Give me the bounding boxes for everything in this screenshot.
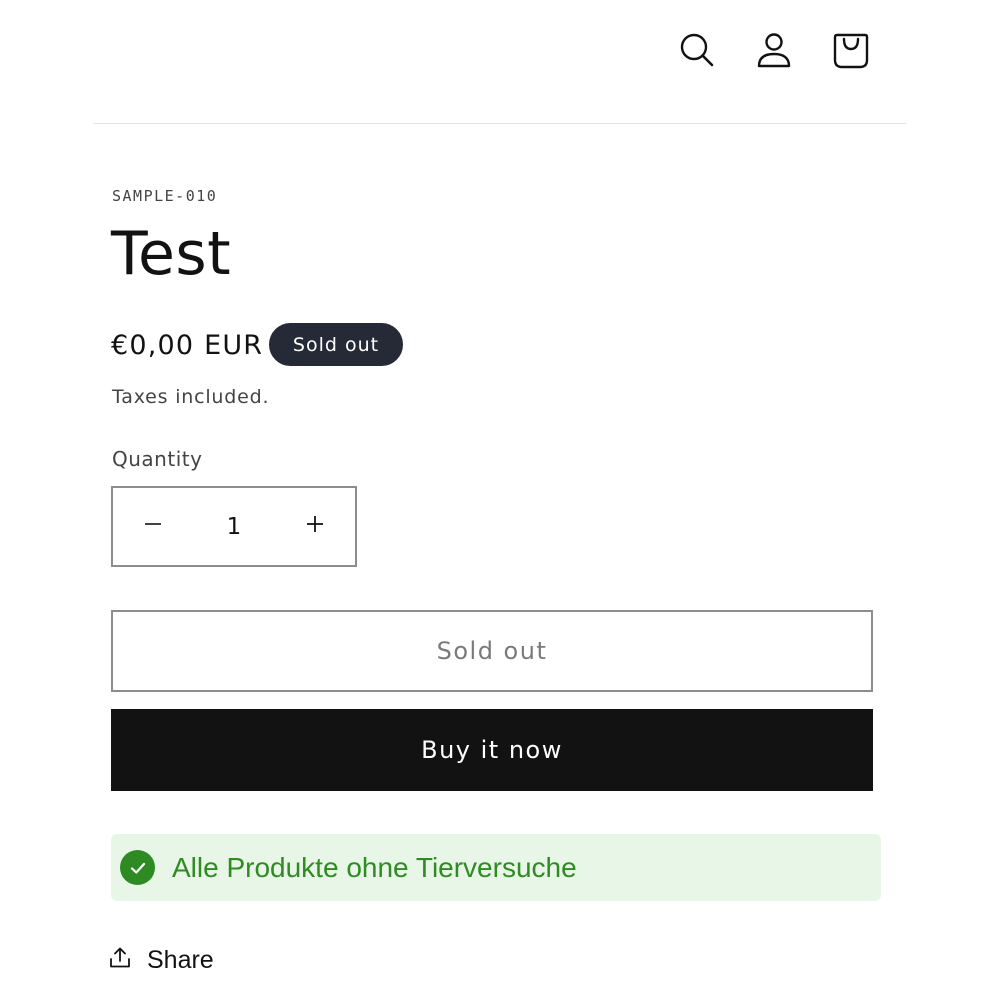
account-button[interactable] <box>752 28 796 72</box>
tax-note: Taxes included. <box>112 386 270 408</box>
quantity-input[interactable]: 1 <box>193 488 275 565</box>
cruelty-free-notice: Alle Produkte ohne Tierversuche <box>111 834 881 901</box>
sold-out-button[interactable]: Sold out <box>111 610 873 692</box>
header-divider <box>93 123 906 124</box>
cart-button[interactable] <box>829 28 873 72</box>
quantity-stepper: 1 <box>111 486 357 567</box>
quantity-increase-button[interactable] <box>275 488 355 565</box>
search-button[interactable] <box>675 28 719 72</box>
minus-icon <box>143 514 163 539</box>
product-sku: SAMPLE-010 <box>112 187 218 205</box>
product-price: €0,00 EUR <box>111 330 264 361</box>
notice-text: Alle Produkte ohne Tierversuche <box>172 851 577 883</box>
share-icon <box>108 946 132 975</box>
sold-out-badge: Sold out <box>269 323 403 366</box>
share-button[interactable]: Share <box>108 946 214 975</box>
account-icon <box>754 30 794 70</box>
quantity-label: Quantity <box>112 447 203 471</box>
check-circle-icon <box>120 850 155 885</box>
search-icon <box>677 30 717 70</box>
quantity-decrease-button[interactable] <box>113 488 193 565</box>
share-label: Share <box>147 946 214 974</box>
product-page: SAMPLE-010 Test €0,00 EUR Sold out Taxes… <box>0 0 1000 1000</box>
plus-icon <box>305 514 325 539</box>
buy-it-now-button[interactable]: Buy it now <box>111 709 873 791</box>
product-title: Test <box>111 219 232 289</box>
cart-icon <box>831 30 871 70</box>
